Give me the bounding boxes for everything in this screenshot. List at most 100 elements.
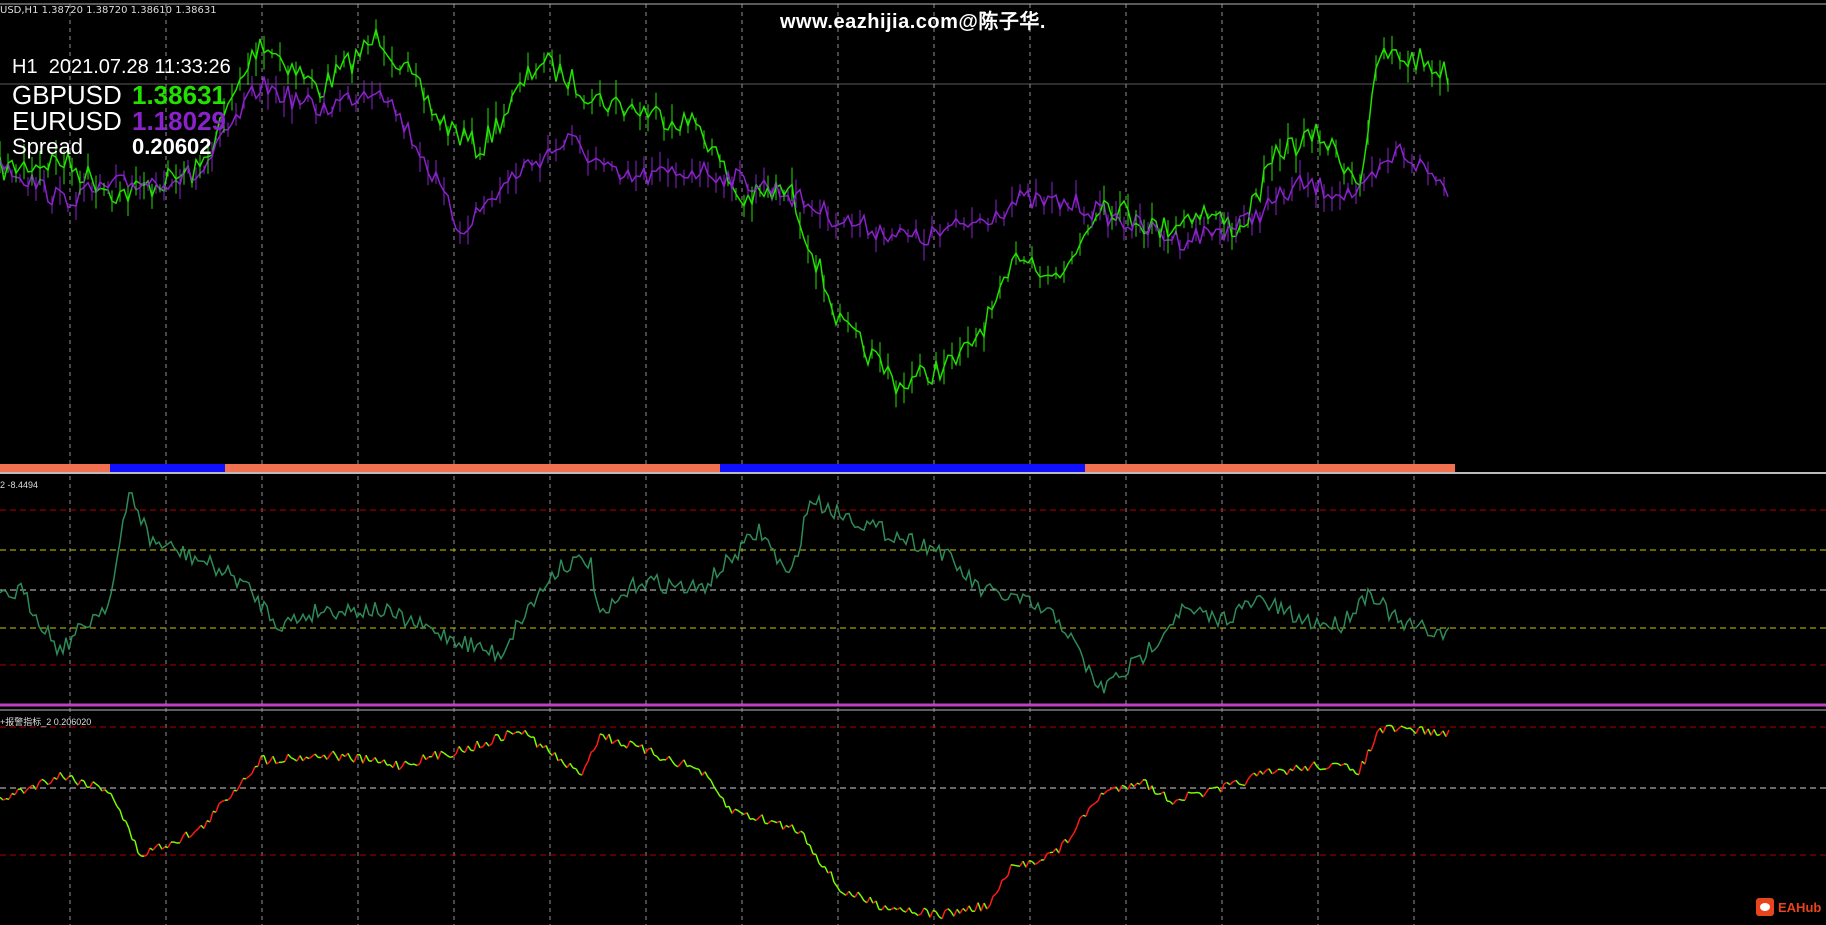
spread-segment: [653, 754, 658, 758]
spread-segment: [833, 881, 838, 887]
spread-segment: [1319, 768, 1324, 771]
spread-segment: [953, 909, 958, 917]
spread-segment: [1205, 787, 1210, 794]
spread-segment: [473, 740, 478, 751]
spread-segment: [1415, 727, 1420, 734]
spread-segment: [23, 789, 28, 794]
spread-segment: [890, 907, 895, 911]
spread-segment: [575, 768, 580, 775]
spread-segment: [215, 803, 220, 813]
spread-segment: [1274, 768, 1279, 773]
spread-segment: [188, 834, 193, 839]
spread-segment: [8, 793, 13, 800]
spread-subwindow[interactable]: [0, 724, 1450, 920]
spread-segment: [722, 797, 727, 808]
spread-segment: [686, 764, 691, 768]
spread-segment: [674, 764, 679, 768]
spread-segment: [1364, 749, 1369, 765]
oscillator-line: [0, 492, 1450, 694]
spread-segment: [80, 779, 85, 782]
spread-segment: [422, 754, 427, 760]
spread-segment: [923, 907, 928, 911]
spread-segment: [326, 754, 331, 760]
spread-segment: [659, 758, 664, 762]
spread-segment: [1184, 791, 1189, 801]
spread-segment: [14, 788, 19, 796]
spread-segment: [1007, 864, 1012, 876]
spread-segment: [728, 806, 733, 814]
oscillator-subwindow[interactable]: [0, 492, 1450, 694]
spread-segment: [992, 893, 997, 897]
eahub-brand[interactable]: EAHub: [1756, 898, 1821, 916]
spread-segment: [854, 891, 859, 898]
spread-segment: [299, 755, 304, 762]
watermark-text: www.eazhijia.com@陈子华.: [780, 11, 1046, 33]
spread-segment: [518, 731, 523, 735]
spread-segment: [35, 782, 40, 790]
spread-segment: [1286, 768, 1291, 776]
spread-segment: [692, 766, 697, 770]
spread-segment: [1088, 804, 1093, 809]
spread-segment: [425, 756, 430, 761]
spread-segment: [1337, 762, 1342, 767]
spread-segment: [809, 844, 814, 855]
spread-segment: [146, 847, 151, 856]
spread-segment: [554, 752, 559, 762]
spread-segment: [1436, 733, 1441, 737]
spread-segment: [56, 772, 61, 780]
spread-segment: [149, 847, 154, 851]
spread-segment: [359, 754, 364, 764]
spread-segment: [1409, 727, 1414, 732]
spread-segment: [1421, 726, 1426, 735]
spread-segment: [608, 733, 613, 744]
spread-segment: [512, 731, 517, 735]
spread-segment: [677, 762, 682, 768]
spread-segment: [704, 771, 709, 778]
chart-canvas[interactable]: [0, 0, 1826, 925]
spread-segment: [848, 890, 853, 896]
spread-segment: [710, 780, 715, 788]
spread-segment: [1187, 791, 1192, 794]
spread-segment: [1010, 863, 1015, 866]
spread-segment: [449, 755, 454, 759]
spread-segment: [437, 750, 442, 760]
spread-segment: [1280, 768, 1285, 772]
spread-segment: [1163, 791, 1168, 802]
spread-segment: [1004, 875, 1009, 880]
spread-segment: [113, 799, 118, 807]
spread-segment: [128, 828, 133, 840]
spread-segment: [305, 756, 310, 760]
spread-segment: [1268, 768, 1273, 775]
chart-info-bar: USD,H1 1.38720 1.38720 1.38610 1.38631: [0, 5, 217, 16]
spread-segment: [98, 785, 103, 792]
spread-segment: [125, 821, 130, 829]
spread-segment: [1178, 798, 1183, 801]
spread-segment: [806, 843, 811, 846]
spread-segment: [926, 909, 931, 918]
spread-segment: [1427, 728, 1432, 736]
spread-segment: [482, 741, 487, 748]
spread-segment: [941, 910, 946, 919]
spread-segment: [866, 896, 871, 904]
spread-segment: [71, 775, 76, 782]
spread-segment: [1106, 788, 1111, 792]
spread-segment: [191, 831, 196, 836]
spread-segment: [785, 824, 790, 828]
spread-segment: [740, 812, 745, 816]
spread-segment: [1262, 770, 1267, 775]
spread-segment: [716, 791, 721, 797]
spread-segment: [1175, 798, 1180, 802]
eurusd-label: EURUSD: [12, 106, 122, 136]
spread-segment: [896, 906, 901, 911]
spread-segment: [152, 845, 157, 851]
spread-segment: [95, 783, 100, 787]
spread-segment: [746, 812, 751, 820]
spread-segment: [1058, 842, 1063, 854]
spread-segment: [179, 835, 184, 844]
spread-segment: [569, 762, 574, 769]
spread-segment: [491, 734, 496, 744]
spread-segment: [815, 854, 820, 864]
spread-segment: [221, 799, 226, 803]
spread-segment: [341, 753, 346, 758]
spread-segment: [683, 759, 688, 767]
